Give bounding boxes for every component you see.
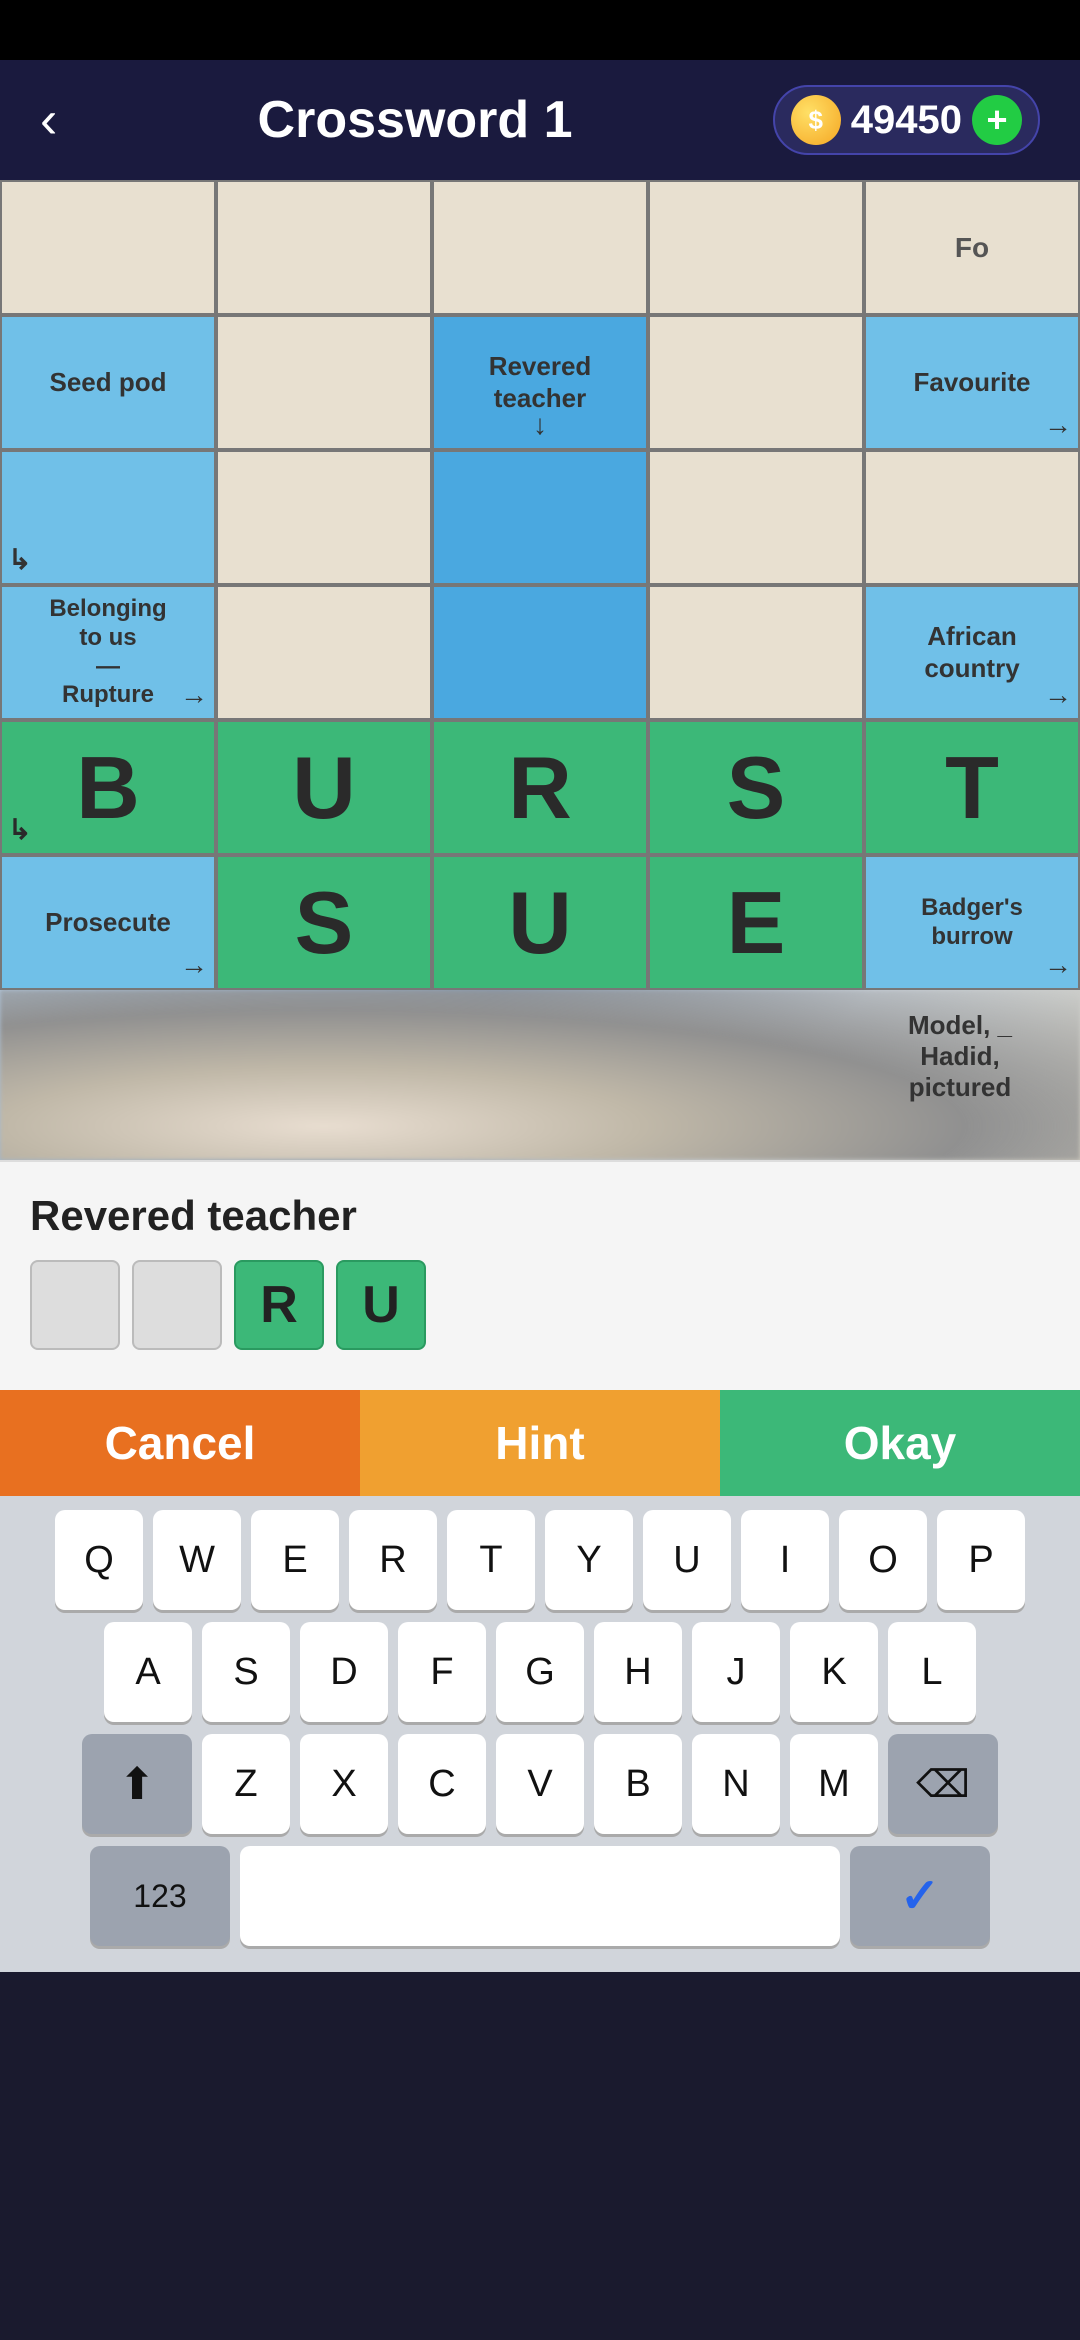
keyboard-row-2: A S D F G H J K L [10,1622,1070,1722]
cell-0-1[interactable] [216,180,432,315]
backspace-button[interactable]: ⌫ [888,1734,998,1834]
key-B[interactable]: B [594,1734,682,1834]
cell-0-4[interactable]: Fo [864,180,1080,315]
hint-button[interactable]: Hint [360,1390,720,1496]
key-H[interactable]: H [594,1622,682,1722]
key-S[interactable]: S [202,1622,290,1722]
answer-boxes: R U [30,1260,1050,1350]
key-T[interactable]: T [447,1510,535,1610]
key-N[interactable]: N [692,1734,780,1834]
cell-2-0[interactable] [0,450,216,585]
key-K[interactable]: K [790,1622,878,1722]
key-G[interactable]: G [496,1622,584,1722]
grid-row-4: B U R S T [0,720,1080,855]
cell-1-3[interactable] [648,315,864,450]
key-E[interactable]: E [251,1510,339,1610]
key-L[interactable]: L [888,1622,976,1722]
key-P[interactable]: P [937,1510,1025,1610]
cell-5-1[interactable]: S [216,855,432,990]
okay-button[interactable]: Okay [720,1390,1080,1496]
photo-area: Model, _Hadid,pictured [0,990,1080,1160]
space-button[interactable] [240,1846,840,1946]
key-W[interactable]: W [153,1510,241,1610]
photo-clue: Model, _Hadid,pictured [860,1010,1060,1104]
cell-2-2[interactable] [432,450,648,585]
cell-1-4[interactable]: Favourite [864,315,1080,450]
answer-box-1[interactable] [30,1260,120,1350]
cell-5-4[interactable]: Badger'sburrow [864,855,1080,990]
cell-3-1[interactable] [216,585,432,720]
cell-5-2[interactable]: U [432,855,648,990]
answer-box-3[interactable]: R [234,1260,324,1350]
key-Z[interactable]: Z [202,1734,290,1834]
key-Q[interactable]: Q [55,1510,143,1610]
cell-3-4[interactable]: Africancountry [864,585,1080,720]
keyboard: Q W E R T Y U I O P A S D F G H J K L ⬆ … [0,1496,1080,1972]
grid-row-1: Seed pod Reveredteacher Favourite [0,315,1080,450]
action-buttons: Cancel Hint Okay [0,1390,1080,1496]
add-coins-button[interactable]: + [972,95,1022,145]
key-X[interactable]: X [300,1734,388,1834]
numbers-button[interactable]: 123 [90,1846,230,1946]
answer-box-4[interactable]: U [336,1260,426,1350]
cell-1-0[interactable]: Seed pod [0,315,216,450]
keyboard-row-3: ⬆ Z X C V B N M ⌫ [10,1734,1070,1834]
cell-4-4[interactable]: T [864,720,1080,855]
cell-2-3[interactable] [648,450,864,585]
key-C[interactable]: C [398,1734,486,1834]
cell-5-3[interactable]: E [648,855,864,990]
key-I[interactable]: I [741,1510,829,1610]
done-button[interactable]: ✓ [850,1846,990,1946]
key-J[interactable]: J [692,1622,780,1722]
key-V[interactable]: V [496,1734,584,1834]
key-R[interactable]: R [349,1510,437,1610]
cell-4-1[interactable]: U [216,720,432,855]
cell-0-2[interactable] [432,180,648,315]
key-A[interactable]: A [104,1622,192,1722]
grid-row-3: Belongingto us—Rupture Africancountry [0,585,1080,720]
key-F[interactable]: F [398,1622,486,1722]
shift-button[interactable]: ⬆ [82,1734,192,1834]
cell-2-4[interactable] [864,450,1080,585]
back-button[interactable]: ‹ [40,90,57,150]
grid-row-2 [0,450,1080,585]
grid-row-0: Fo [0,180,1080,315]
cell-3-0[interactable]: Belongingto us—Rupture [0,585,216,720]
checkmark-icon: ✓ [900,1868,940,1924]
keyboard-row-1: Q W E R T Y U I O P [10,1510,1070,1610]
answer-box-2[interactable] [132,1260,222,1350]
cell-4-2[interactable]: R [432,720,648,855]
key-Y[interactable]: Y [545,1510,633,1610]
cell-3-2[interactable] [432,585,648,720]
key-U[interactable]: U [643,1510,731,1610]
cell-4-0[interactable]: B [0,720,216,855]
header: ‹ Crossword 1 $ 49450 + [0,60,1080,180]
shift-icon: ⬆ [119,1759,156,1810]
key-M[interactable]: M [790,1734,878,1834]
clue-bar: Revered teacher R U [0,1160,1080,1390]
key-O[interactable]: O [839,1510,927,1610]
keyboard-row-4: 123 ✓ [10,1846,1070,1946]
key-D[interactable]: D [300,1622,388,1722]
cell-4-3[interactable]: S [648,720,864,855]
cell-0-3[interactable] [648,180,864,315]
clue-text: Revered teacher [30,1192,1050,1240]
coin-amount: 49450 [851,98,962,143]
cell-1-2[interactable]: Reveredteacher [432,315,648,450]
grid-row-5: Prosecute S U E Badger'sburrow [0,855,1080,990]
cell-0-0[interactable] [0,180,216,315]
cell-5-0[interactable]: Prosecute [0,855,216,990]
coin-icon: $ [791,95,841,145]
cell-2-1[interactable] [216,450,432,585]
cancel-button[interactable]: Cancel [0,1390,360,1496]
coin-badge: $ 49450 + [773,85,1040,155]
status-bar [0,0,1080,60]
crossword-grid: Fo Seed pod Reveredteacher Favourite Bel… [0,180,1080,990]
page-title: Crossword 1 [258,90,573,150]
cell-3-3[interactable] [648,585,864,720]
cell-1-1[interactable] [216,315,432,450]
